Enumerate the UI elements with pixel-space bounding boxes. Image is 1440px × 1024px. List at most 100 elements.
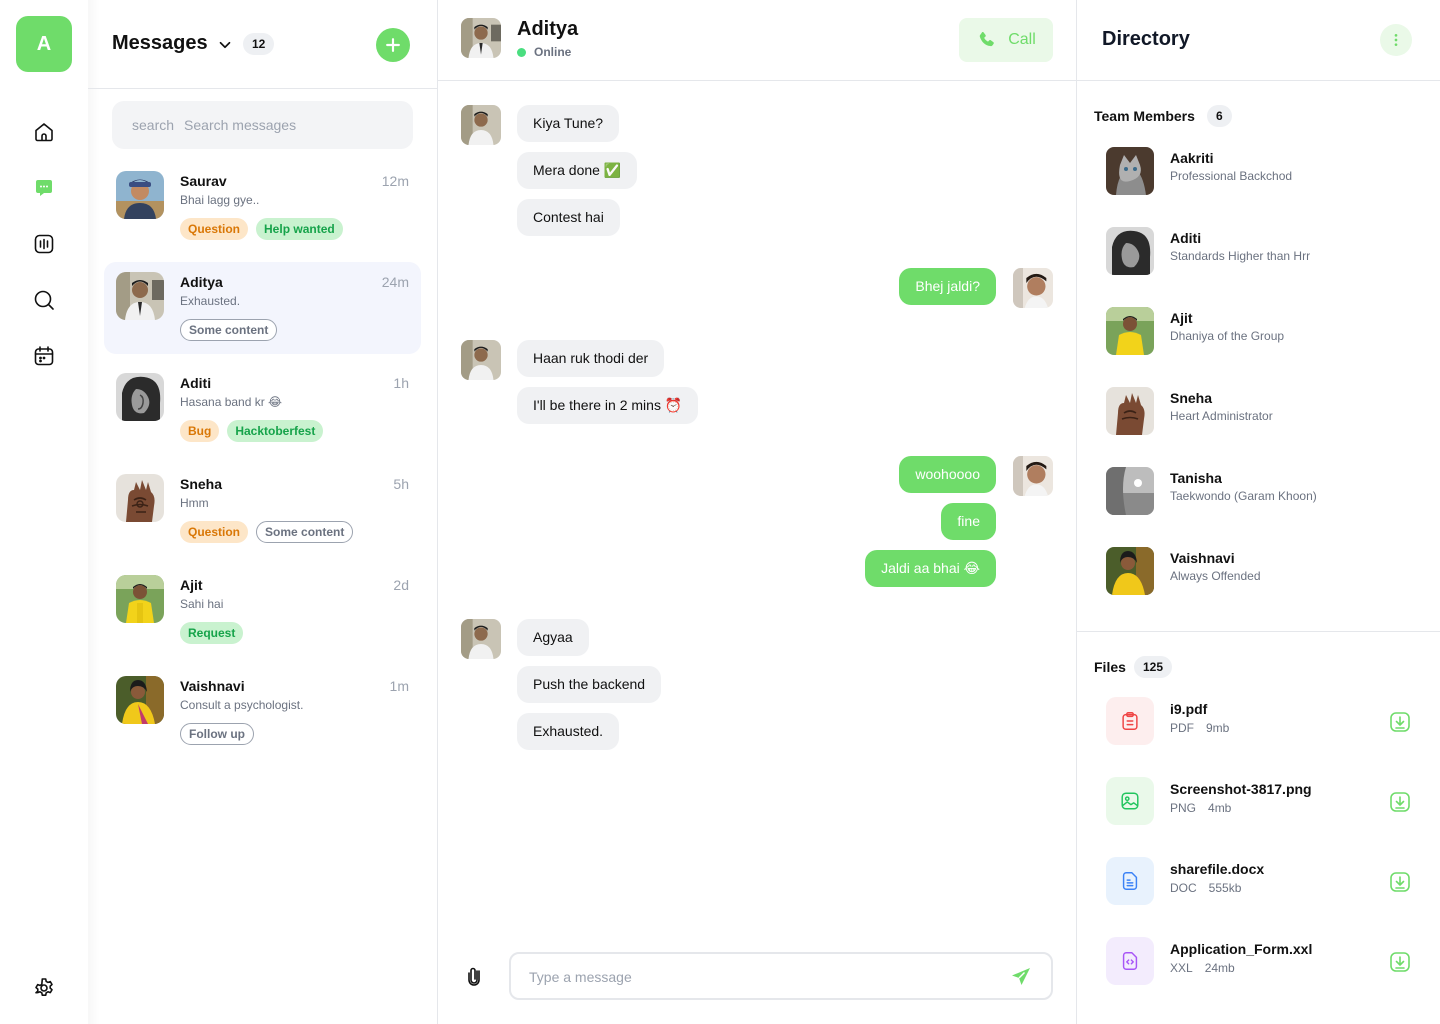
file-icon-tile [1106,697,1154,745]
nav-messages[interactable] [30,174,58,202]
conversation-time: 24m [381,274,409,290]
message-bubble-outgoing: fine [941,503,996,540]
image-file-icon [1121,792,1139,810]
nav-analytics[interactable] [30,230,58,258]
download-icon[interactable] [1388,710,1412,734]
chevron-down-icon[interactable] [216,36,234,54]
avatar [461,340,501,380]
file-icon-tile [1106,857,1154,905]
file-type: PNG [1170,801,1197,815]
more-options-button[interactable] [1380,24,1412,56]
file-meta: DOC 555kb [1170,881,1241,895]
call-button-label: Call [1008,31,1036,48]
member-item[interactable]: Sneha Heart Administrator [1106,387,1406,437]
chat-contact-name: Aditya [517,18,579,40]
nav-home[interactable] [30,118,58,146]
avatar [1013,456,1053,496]
tag[interactable]: Question [180,218,249,240]
conversation-preview: Bhai lagg gye.. [180,193,260,207]
conversation-name: Sneha [180,476,223,492]
file-item[interactable]: Application_Form.xxl XXL 24mb [1106,937,1410,987]
conversation-item[interactable]: Aditya 24m Exhausted. Some content [104,262,421,354]
nav-settings[interactable] [30,974,58,1002]
paperclip-icon[interactable] [462,964,486,988]
file-item[interactable]: i9.pdf PDF 9mb [1106,697,1410,747]
member-item[interactable]: Ajit Dhaniya of the Group [1106,307,1406,357]
conversation-tags: Question Help wanted [180,218,343,240]
member-item[interactable]: Aditi Standards Higher than Hrr [1106,227,1406,277]
member-name: Aakriti [1170,150,1214,166]
send-icon[interactable] [1009,965,1033,989]
conversation-tags: Follow up [180,723,254,745]
message-bubble-incoming: Exhausted. [517,713,620,750]
tag[interactable]: Hacktoberfest [227,420,324,442]
call-button[interactable]: Call [959,18,1053,62]
member-role: Professional Backchod [1170,169,1293,183]
tag[interactable]: Request [180,622,244,644]
conversation-time: 1h [393,375,409,391]
conversation-item[interactable]: Sneha 5h Hmm Question Some content [104,464,421,556]
avatar [1106,467,1154,515]
member-role: Dhaniya of the Group [1170,329,1285,343]
doc-file-icon [1122,872,1138,890]
new-message-button[interactable] [376,28,410,62]
online-dot-icon [517,47,526,57]
tag[interactable]: Some content [256,521,354,543]
file-meta: PNG 4mb [1170,801,1231,815]
download-icon[interactable] [1388,870,1412,894]
member-name: Vaishnavi [1170,550,1235,566]
nav-search[interactable] [30,286,58,314]
member-role: Standards Higher than Hrr [1170,249,1311,263]
conversation-time: 12m [381,173,409,189]
plus-icon [386,38,400,52]
chat-status-label: Online [534,45,572,59]
file-type: PDF [1170,721,1194,735]
member-name: Aditi [1170,230,1202,246]
tag[interactable]: Question [180,521,249,543]
nav-calendar[interactable] [30,342,58,370]
conversation-name: Saurav [180,173,227,189]
download-icon[interactable] [1388,790,1412,814]
workspace-avatar[interactable]: A [16,16,72,72]
download-icon[interactable] [1388,950,1412,974]
directory-panel: Directory Team Members 6 Aakriti Profess… [1077,0,1440,1024]
file-meta: PDF 9mb [1170,721,1229,735]
message-bubble-incoming: Contest hai [517,199,620,236]
directory-header: Directory [1077,0,1440,81]
avatar [116,272,164,320]
conversation-preview: Exhausted. [180,294,241,308]
avatar [1106,307,1154,355]
file-item[interactable]: Screenshot-3817.png PNG 4mb [1106,777,1410,827]
team-members-heading: Team Members [1094,108,1195,124]
file-size: 4mb [1208,801,1232,815]
file-size: 9mb [1206,721,1230,735]
tag[interactable]: Bug [180,420,220,442]
conversation-item[interactable]: Vaishnavi 1m Consult a psychologist. Fol… [104,666,421,758]
file-name: sharefile.docx [1170,861,1265,877]
message-input[interactable] [529,966,989,988]
gear-icon [35,978,53,996]
tag[interactable]: Some content [180,319,278,341]
analytics-icon [34,234,54,254]
message-bubble-outgoing: Bhej jaldi? [899,268,996,305]
search-messages-input[interactable]: search Search messages [112,101,413,149]
message-bubble-incoming: Haan ruk thodi der [517,340,665,377]
files-heading: Files [1094,659,1126,675]
chat-panel: Aditya Online Call Kiya Tune? Mera done … [438,0,1077,1024]
tag[interactable]: Help wanted [256,218,343,240]
search-icon-label: search [132,117,175,133]
member-item[interactable]: Tanisha Taekwondo (Garam Khoon) [1106,467,1406,517]
conversation-item[interactable]: Ajit 2d Sahi hai Request [104,565,421,657]
message-composer [509,952,1053,1000]
conversation-item[interactable]: Saurav 12m Bhai lagg gye.. Question Help… [104,161,421,253]
file-size: 24mb [1204,961,1235,975]
tag[interactable]: Follow up [180,723,254,745]
member-item[interactable]: Vaishnavi Always Offended [1106,547,1406,597]
messages-title[interactable]: Messages [112,32,208,55]
conversation-item[interactable]: Aditi 1h Hasana band kr 😂 Bug Hacktoberf… [104,363,421,455]
home-icon [35,123,53,142]
member-item[interactable]: Aakriti Professional Backchod [1106,147,1406,197]
member-name: Tanisha [1170,470,1222,486]
file-item[interactable]: sharefile.docx DOC 555kb [1106,857,1410,907]
avatar[interactable] [461,18,501,58]
